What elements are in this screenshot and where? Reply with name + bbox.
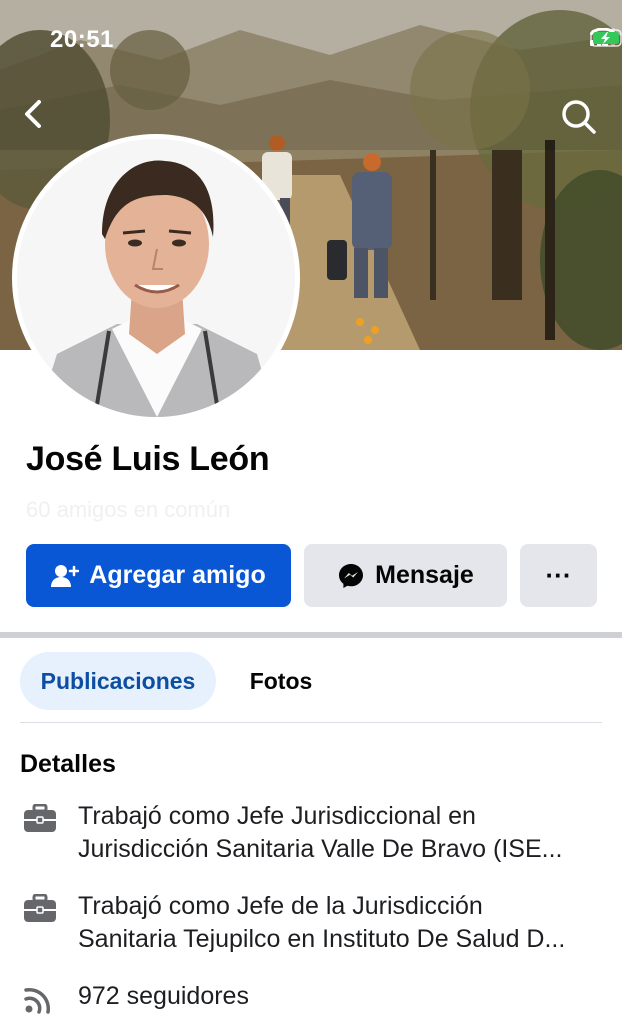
detail-item-work-2[interactable]: Trabajó como Jefe de la Jurisdicción San… (20, 890, 610, 960)
message-label: Mensaje (375, 561, 474, 589)
avatar-person-image (17, 139, 295, 417)
detail-line: Trabajó como Jefe de la Jurisdicción (78, 892, 483, 920)
status-time: 20:51 (50, 26, 114, 53)
search-button[interactable] (560, 98, 600, 138)
profile-picture[interactable] (12, 134, 300, 422)
battery-charging-icon (590, 29, 622, 47)
mutual-friends-count[interactable]: 60 amigos en común (26, 497, 230, 523)
detail-line: 972 seguidores (78, 982, 249, 1010)
add-friend-button[interactable]: Agregar amigo (26, 544, 291, 607)
detail-line: Trabajó como Jefe Jurisdiccional en (78, 802, 476, 830)
avatar (17, 139, 295, 417)
ellipsis-icon: ··· (545, 560, 572, 590)
more-options-button[interactable]: ··· (520, 544, 597, 607)
detail-item-work-1[interactable]: Trabajó como Jefe Jurisdiccional en Juri… (20, 800, 610, 870)
person-add-icon (51, 564, 80, 587)
rss-feed-icon (24, 987, 51, 1014)
status-bar: 20:51 (0, 0, 622, 80)
tab-posts[interactable]: Publicaciones (20, 652, 216, 710)
profile-name: José Luis León (26, 440, 270, 478)
chevron-left-icon (25, 100, 41, 128)
detail-text: Trabajó como Jefe de la Jurisdicción San… (78, 890, 608, 956)
detail-item-followers[interactable]: 972 seguidores (20, 980, 610, 1020)
detail-text: 972 seguidores (78, 980, 608, 1013)
tab-posts-label: Publicaciones (40, 667, 196, 694)
tab-photos[interactable]: Fotos (226, 652, 336, 710)
tab-photos-label: Fotos (249, 667, 313, 694)
detail-line: Sanitaria Tejupilco en Instituto De Salu… (78, 925, 566, 953)
message-button[interactable]: Mensaje (304, 544, 507, 607)
tabs-divider (20, 722, 602, 723)
detail-line: Jurisdicción Sanitaria Valle De Bravo (I… (78, 835, 563, 863)
search-icon (562, 100, 596, 134)
details-heading: Detalles (20, 750, 116, 778)
messenger-icon (339, 563, 364, 588)
back-button[interactable] (22, 98, 58, 138)
add-friend-label: Agregar amigo (89, 561, 266, 589)
briefcase-icon (24, 894, 56, 922)
detail-text: Trabajó como Jefe Jurisdiccional en Juri… (78, 800, 608, 866)
section-divider (0, 632, 622, 638)
briefcase-icon (24, 804, 56, 832)
